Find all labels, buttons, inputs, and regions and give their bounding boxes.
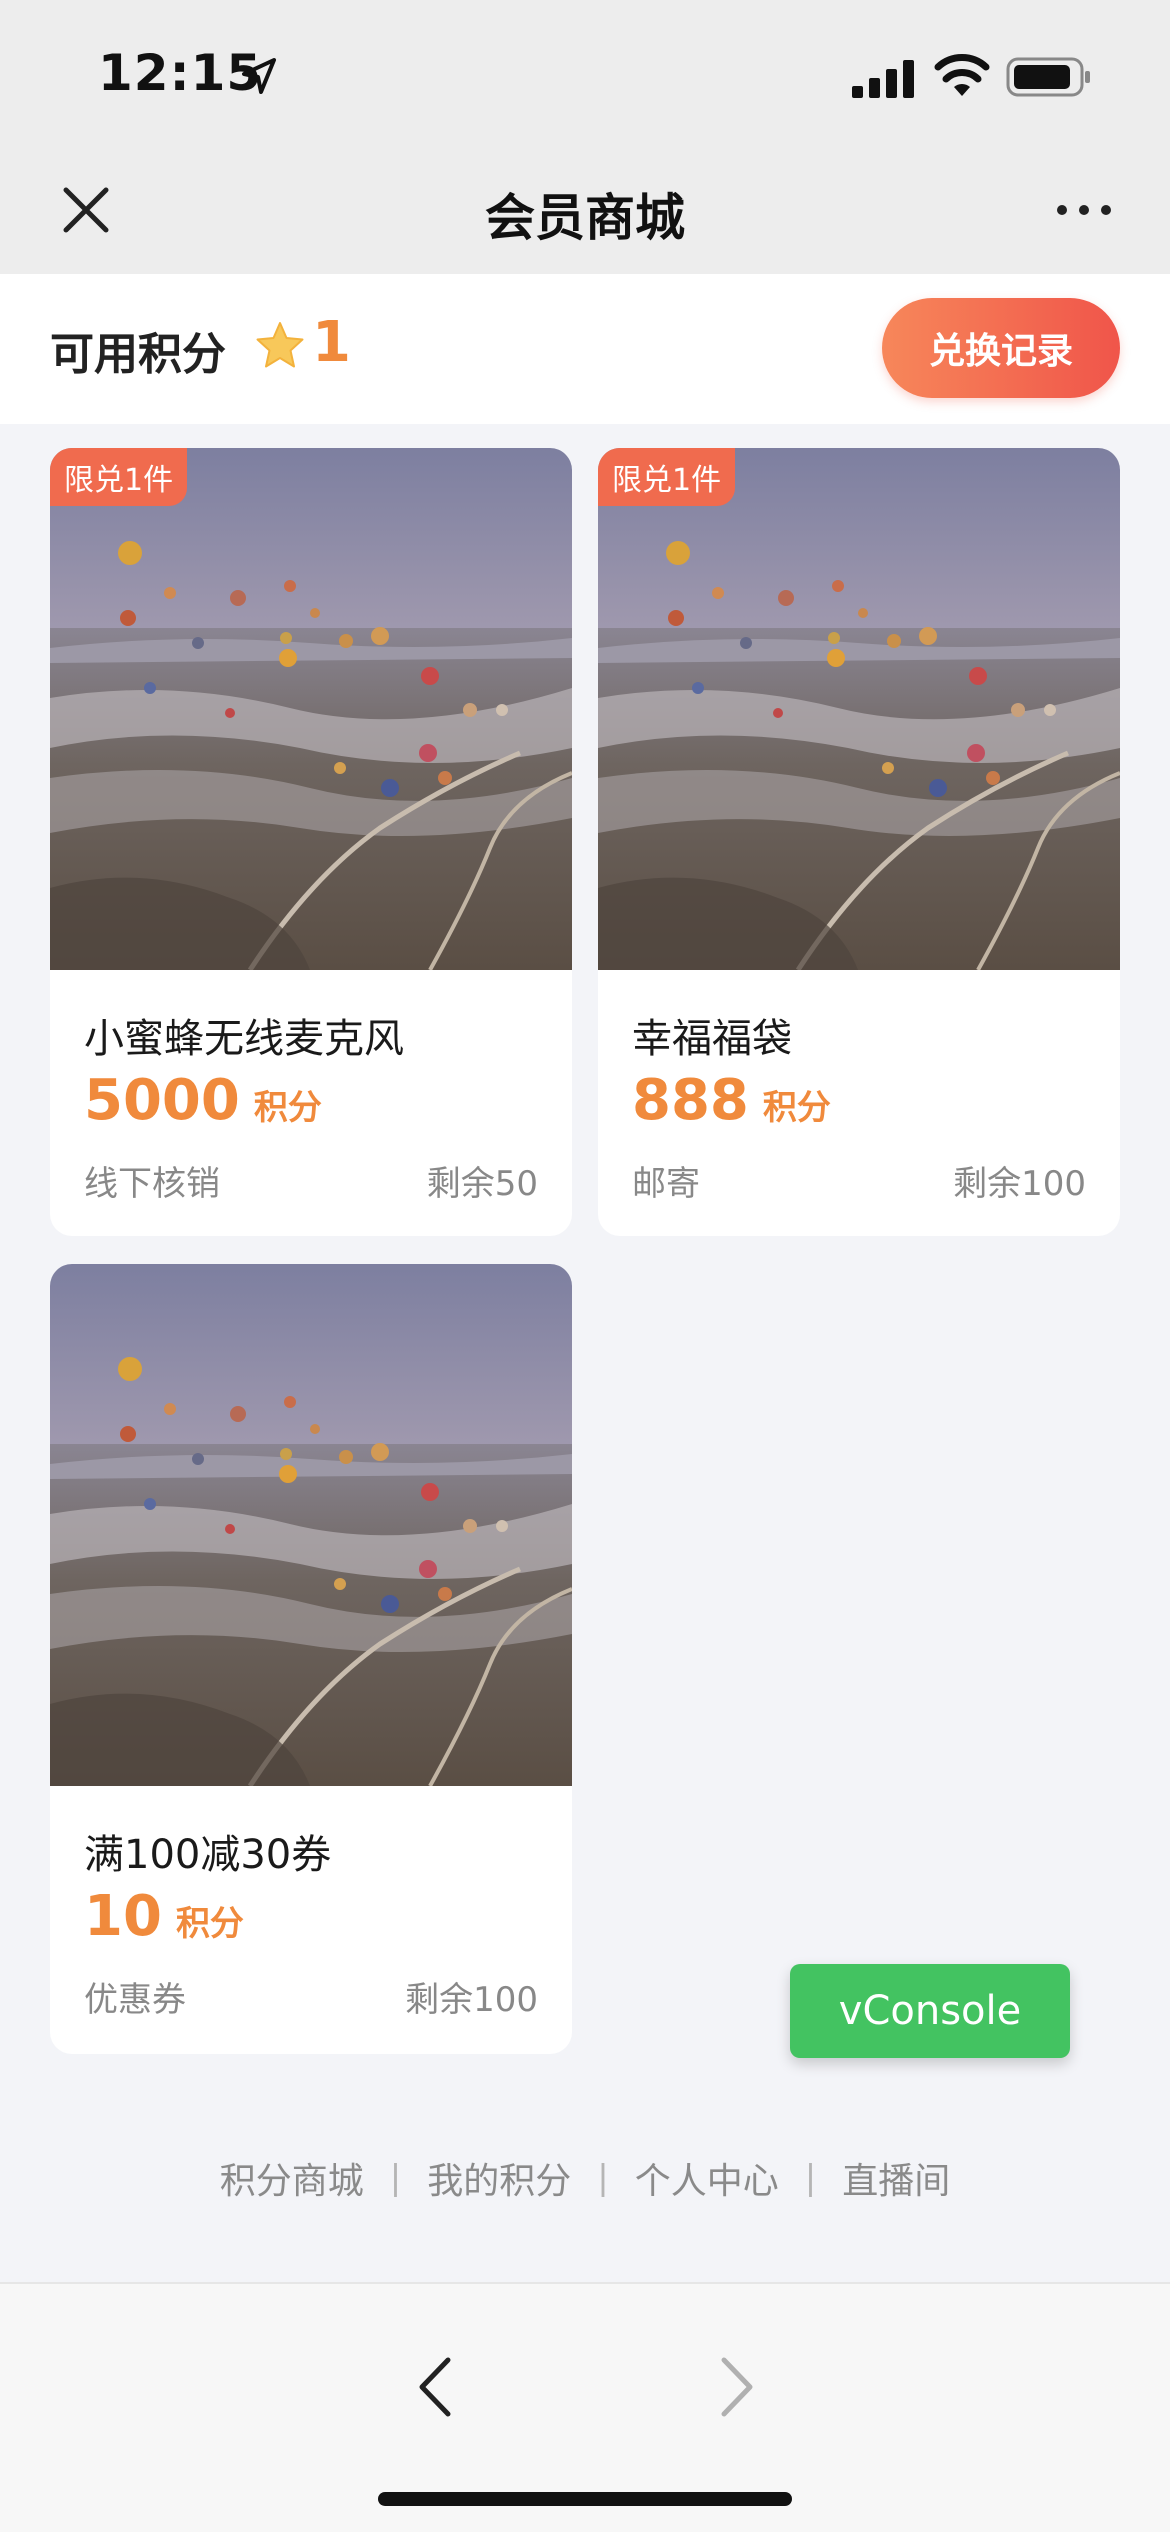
price-unit: 积分 [253, 1088, 322, 1128]
footer-link-personal-center[interactable]: 个人中心 [609, 2152, 805, 2204]
stock-remaining: 剩余50 [426, 1164, 538, 1204]
points-value: 1 [312, 310, 351, 375]
wifi-icon [934, 54, 990, 96]
delivery-method: 线下核销 [84, 1164, 220, 1204]
footer-divider: | [804, 2158, 817, 2198]
product-info: 小蜜蜂无线麦克风 5000 积分 线下核销 剩余50 [50, 970, 572, 1236]
browser-toolbar [0, 2282, 1170, 2532]
footer-divider: | [597, 2158, 609, 2198]
vconsole-button[interactable]: vConsole [790, 1964, 1070, 2058]
product-title: 幸福福袋 [632, 1016, 792, 1062]
price-unit: 积分 [175, 1904, 244, 1944]
limit-badge: 限兑1件 [50, 448, 188, 506]
footer-divider: | [389, 2158, 402, 2198]
footer-links: 积分商城 | 我的积分 | 个人中心 | 直播间 [0, 2152, 1170, 2204]
price-value: 888 [632, 1068, 749, 1133]
product-card[interactable]: 限兑1件 小蜜蜂无线麦克风 5000 积分 线下核销 剩余50 [50, 448, 572, 1236]
points-label: 可用积分 [50, 329, 226, 380]
status-bar: 12:15 [0, 0, 1170, 150]
footer-link-points-mall[interactable]: 积分商城 [194, 2152, 390, 2204]
back-arrow-icon[interactable] [410, 2352, 460, 2422]
footer-link-live-room[interactable]: 直播间 [816, 2152, 976, 2204]
product-image [598, 448, 1120, 970]
price-unit: 积分 [762, 1088, 831, 1128]
more-icon[interactable] [1052, 190, 1116, 230]
product-card[interactable]: 满100减30券 10 积分 优惠券 剩余100 [50, 1264, 572, 2054]
page-title: 会员商城 [485, 189, 685, 247]
home-indicator [378, 2492, 792, 2506]
delivery-method: 优惠券 [84, 1980, 186, 2020]
battery-icon [1006, 57, 1090, 97]
product-info: 幸福福袋 888 积分 邮寄 剩余100 [598, 970, 1120, 1236]
product-price: 10 积分 [84, 1884, 244, 1949]
product-info: 满100减30券 10 积分 优惠券 剩余100 [50, 1786, 572, 2052]
delivery-method: 邮寄 [632, 1164, 700, 1204]
star-icon [256, 322, 304, 368]
product-title: 满100减30券 [84, 1832, 332, 1878]
stock-remaining: 剩余100 [953, 1164, 1086, 1204]
exchange-history-button[interactable]: 兑换记录 [882, 298, 1120, 398]
location-arrow-icon [242, 58, 276, 94]
product-price: 5000 积分 [84, 1068, 322, 1133]
points-bar: 可用积分 1 兑换记录 [0, 274, 1170, 424]
limit-badge: 限兑1件 [598, 448, 736, 506]
product-title: 小蜜蜂无线麦克风 [84, 1016, 404, 1062]
price-value: 5000 [84, 1068, 240, 1133]
product-card[interactable]: 限兑1件 幸福福袋 888 积分 邮寄 剩余100 [598, 448, 1120, 1236]
product-image [50, 1264, 572, 1786]
price-value: 10 [84, 1884, 162, 1949]
stock-remaining: 剩余100 [405, 1980, 538, 2020]
footer-link-my-points[interactable]: 我的积分 [401, 2152, 597, 2204]
nav-bar: 会员商城 [0, 150, 1170, 274]
signal-icon [852, 60, 914, 98]
product-image [50, 448, 572, 970]
forward-arrow-icon[interactable] [712, 2352, 762, 2422]
product-price: 888 积分 [632, 1068, 831, 1133]
status-time: 12:15 [98, 44, 263, 102]
